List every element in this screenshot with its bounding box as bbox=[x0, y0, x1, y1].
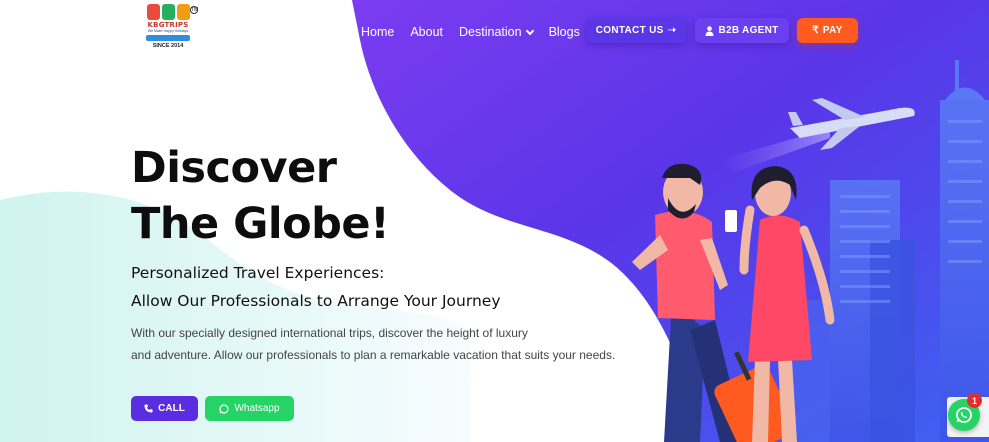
arrow-right-icon: ➝ bbox=[667, 25, 677, 36]
call-label: CALL bbox=[158, 403, 185, 414]
hero-subtitle-line1: Personalized Travel Experiences: bbox=[131, 264, 385, 282]
hero-description-line2: and adventure. Allow our professionals t… bbox=[131, 348, 616, 362]
nav-about-label: About bbox=[410, 25, 444, 39]
logo-tagline: We Make Happy Holidays bbox=[147, 29, 189, 33]
notification-badge: 1 bbox=[967, 393, 982, 408]
logo-emblem bbox=[161, 4, 175, 20]
whatsapp-icon bbox=[956, 407, 972, 423]
whatsapp-label: Whatsapp bbox=[234, 403, 280, 414]
logo-brand-name: KBGTRIPS bbox=[147, 21, 189, 29]
call-button[interactable]: CALL bbox=[131, 396, 198, 421]
hero-title-line1: Discover bbox=[131, 143, 337, 193]
pay-label: PAY bbox=[822, 25, 843, 36]
phone-icon bbox=[144, 404, 153, 413]
logo-trademark: TM bbox=[190, 6, 199, 14]
site-logo[interactable]: KBGTRIPS We Make Happy Holidays SINCE 20… bbox=[140, 4, 199, 58]
nav-destination-label: Destination bbox=[459, 25, 522, 39]
nav-destination[interactable]: Destination bbox=[459, 25, 534, 39]
nav-about[interactable]: About bbox=[410, 25, 443, 39]
pay-button[interactable]: ₹ PAY bbox=[797, 18, 858, 43]
whatsapp-icon bbox=[219, 403, 230, 414]
user-icon bbox=[705, 25, 714, 36]
b2b-agent-label: B2B AGENT bbox=[718, 25, 779, 36]
contact-us-button[interactable]: CONTACT US ➝ bbox=[586, 18, 686, 43]
logo-ribbon bbox=[146, 35, 190, 41]
main-nav: Home About Destination Blogs bbox=[361, 25, 596, 39]
logo-emblems bbox=[140, 4, 196, 20]
nav-home[interactable]: Home bbox=[361, 25, 394, 39]
chevron-down-icon bbox=[525, 26, 534, 35]
hero-title: Discover The Globe! bbox=[131, 140, 390, 252]
contact-us-label: CONTACT US bbox=[595, 25, 664, 36]
b2b-agent-button[interactable]: B2B AGENT bbox=[695, 18, 789, 43]
logo-since: SINCE 2014 bbox=[152, 43, 184, 49]
whatsapp-button[interactable]: Whatsapp bbox=[205, 396, 294, 421]
rupee-icon: ₹ bbox=[812, 25, 819, 36]
logo-emblem bbox=[176, 4, 190, 20]
nav-blogs[interactable]: Blogs bbox=[549, 25, 580, 39]
nav-blogs-label: Blogs bbox=[548, 25, 580, 39]
hero-subtitle-line2: Allow Our Professionals to Arrange Your … bbox=[131, 292, 501, 310]
hero-description-line1: With our specially designed internationa… bbox=[131, 326, 528, 340]
logo-emblem bbox=[146, 4, 160, 20]
nav-home-label: Home bbox=[361, 25, 395, 39]
hero-title-line2: The Globe! bbox=[131, 199, 390, 249]
